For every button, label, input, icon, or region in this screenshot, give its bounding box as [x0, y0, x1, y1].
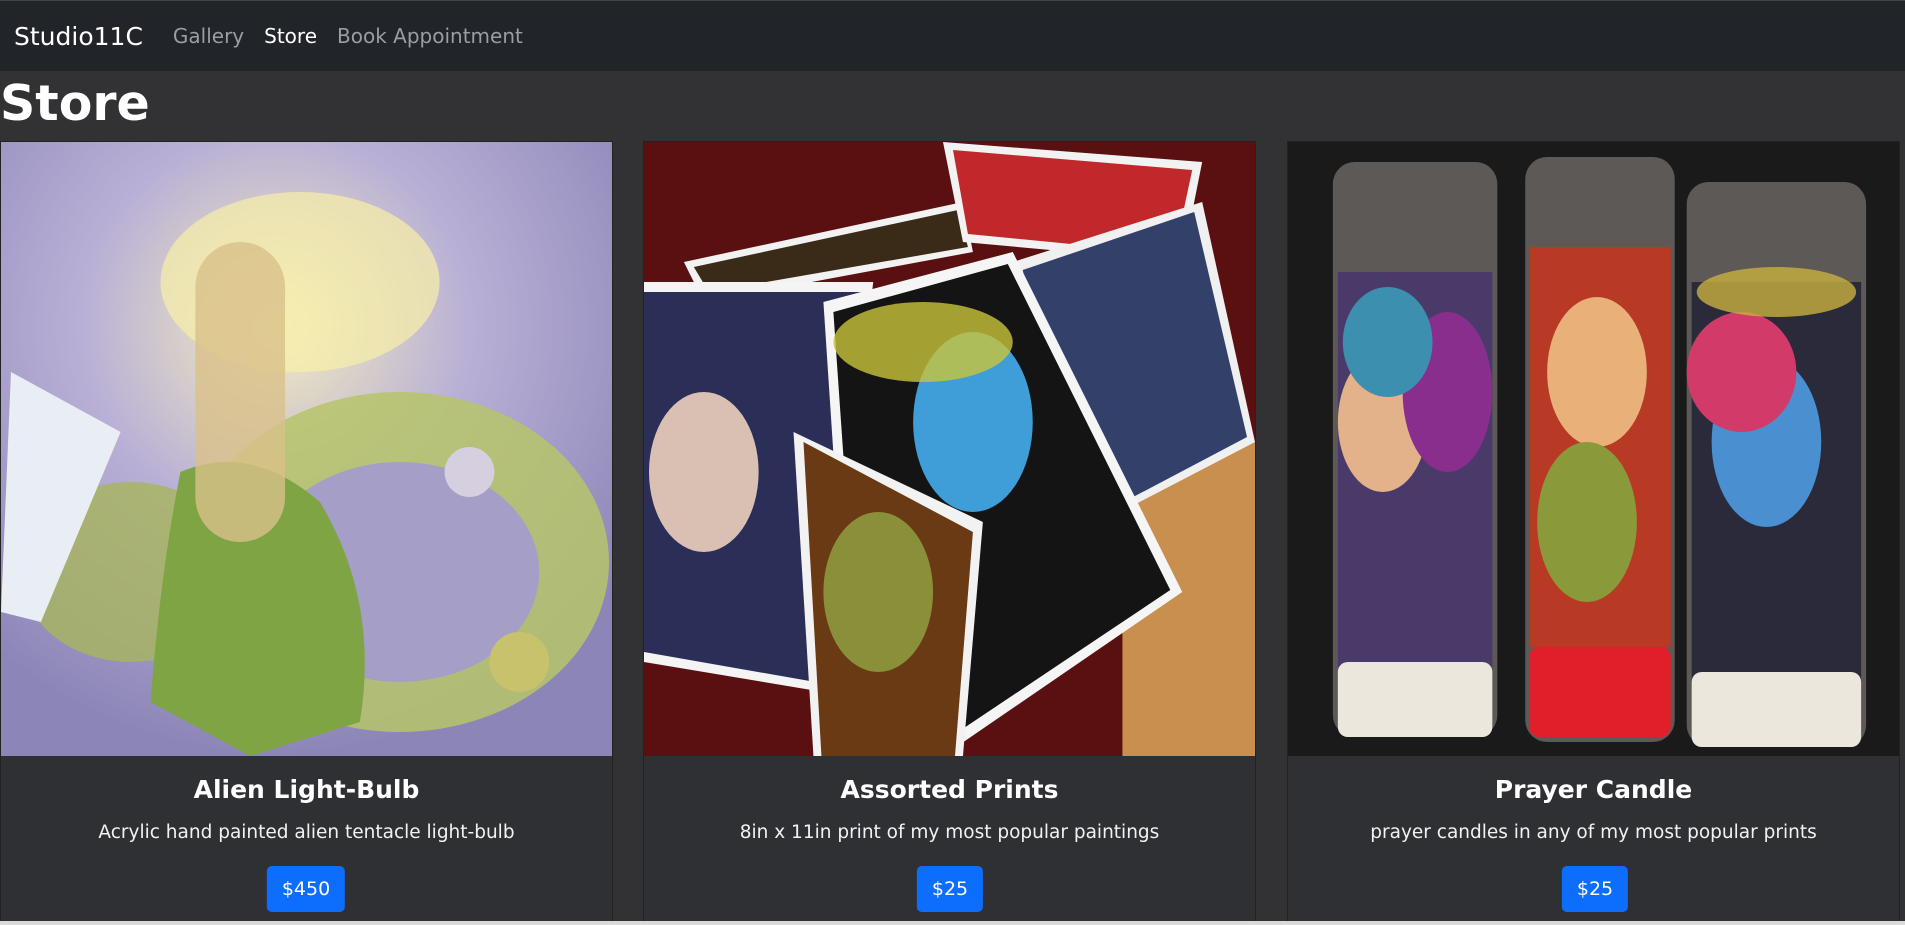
product-card-prayer-candle: Prayer Candle prayer candles in any of m… [1287, 141, 1900, 925]
brand-link[interactable]: Studio11C [14, 22, 143, 51]
page-title: Store [0, 75, 150, 132]
horizontal-scrollbar[interactable] [0, 921, 1905, 925]
product-title: Prayer Candle [1494, 775, 1693, 804]
product-title: Alien Light-Bulb [193, 775, 420, 804]
product-image-assorted-prints[interactable] [644, 142, 1255, 756]
product-description: Acrylic hand painted alien tentacle ligh… [98, 822, 515, 843]
nav-link-store[interactable]: Store [264, 24, 317, 48]
price-button-assorted-prints[interactable]: $25 [916, 866, 984, 912]
product-description: 8in x 11in print of my most popular pain… [739, 822, 1160, 843]
product-card-assorted-prints: Assorted Prints 8in x 11in print of my m… [643, 141, 1256, 925]
prints-photo-image [644, 142, 1255, 756]
nav-link-book-appointment[interactable]: Book Appointment [337, 24, 523, 48]
candles-photo-image [1288, 142, 1899, 756]
price-button-alien-light-bulb[interactable]: $450 [266, 866, 346, 912]
product-card-alien-light-bulb: Alien Light-Bulb Acrylic hand painted al… [0, 141, 613, 925]
product-title: Assorted Prints [840, 775, 1059, 804]
nav-link-gallery[interactable]: Gallery [173, 24, 244, 48]
alien-painting-image [1, 142, 612, 756]
product-description: prayer candles in any of my most popular… [1370, 822, 1817, 843]
product-image-prayer-candle[interactable] [1288, 142, 1899, 756]
price-button-prayer-candle[interactable]: $25 [1561, 866, 1629, 912]
top-navbar: Studio11C Gallery Store Book Appointment [0, 0, 1905, 71]
product-image-alien-light-bulb[interactable] [1, 142, 612, 756]
